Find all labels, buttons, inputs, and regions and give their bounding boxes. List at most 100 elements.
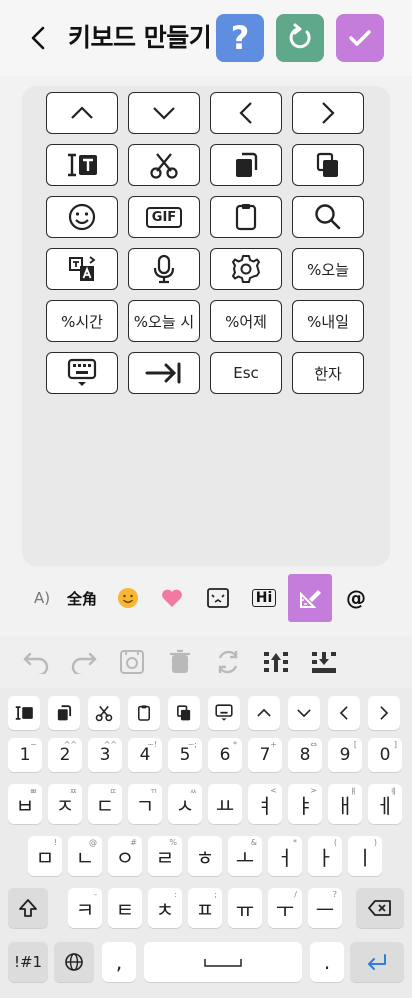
key-eu[interactable]: ㅡ? — [308, 888, 342, 928]
copy-number-icon[interactable] — [116, 646, 148, 678]
kb-clipboard-key[interactable] — [128, 696, 160, 730]
translate-key[interactable] — [46, 248, 118, 290]
tomorrow-key[interactable]: %내일 — [292, 300, 364, 342]
grid-move-down-icon[interactable] — [308, 646, 340, 678]
today-key[interactable]: %오늘 — [292, 248, 364, 290]
tab-gif-text[interactable]: Hi — [242, 574, 286, 622]
key-yeo[interactable]: ㅕ < — [248, 784, 282, 824]
language-key[interactable] — [54, 942, 94, 982]
kb-copy-key[interactable] — [48, 696, 80, 730]
key-o[interactable]: ㅗ & — [228, 836, 262, 876]
delete-icon[interactable] — [164, 646, 196, 678]
kb-chevron-right-key[interactable] — [368, 696, 400, 730]
reset-button[interactable] — [276, 14, 324, 62]
tab-sticker[interactable] — [150, 574, 194, 622]
kb-paste-key[interactable] — [168, 696, 200, 730]
tab-kaomoji[interactable] — [196, 574, 240, 622]
tab-key[interactable] — [128, 352, 200, 394]
time-key[interactable]: %시간 — [46, 300, 118, 342]
text-cursor-key[interactable] — [46, 144, 118, 186]
copy-key[interactable] — [210, 144, 282, 186]
gif-icon: GIF — [145, 206, 183, 228]
key-5[interactable]: 5 ~; — [168, 738, 202, 772]
key-giyeok[interactable]: ㄱㄲ — [128, 784, 162, 824]
rotate-icon[interactable] — [212, 646, 244, 678]
tab-custom-keys[interactable] — [288, 574, 332, 622]
emoji-key[interactable] — [46, 196, 118, 238]
key-0[interactable]: 0] — [368, 738, 402, 772]
save-button[interactable] — [336, 14, 384, 62]
symbols-key[interactable]: !#1 — [8, 942, 48, 982]
space-bar[interactable] — [144, 942, 302, 982]
shift-key[interactable] — [8, 888, 48, 928]
key-eo[interactable]: ㅓ * — [268, 836, 302, 876]
emoji-icon — [68, 203, 96, 231]
today-time-key[interactable]: %오늘 시 — [128, 300, 200, 342]
clipboard-key[interactable] — [210, 196, 282, 238]
key-7[interactable]: 7 + — [248, 738, 282, 772]
tab-partial[interactable]: A) — [20, 574, 64, 622]
period-key[interactable]: . — [310, 942, 344, 982]
key-chieut[interactable]: ㅊ: — [148, 888, 182, 928]
key-yo[interactable]: ㅛ — [208, 784, 242, 824]
chevron-left-key[interactable] — [210, 92, 282, 134]
comma-key[interactable]: , — [102, 942, 136, 982]
key-a[interactable]: ㅏ( — [308, 836, 342, 876]
key-6[interactable]: 6 * — [208, 738, 242, 772]
key-siot[interactable]: ㅅㅆ — [168, 784, 202, 824]
esc-key[interactable]: Esc — [210, 352, 282, 394]
key-i[interactable]: ㅣ) — [348, 836, 382, 876]
hanja-key[interactable]: 한자 — [292, 352, 364, 394]
key-ya[interactable]: ㅑ > — [288, 784, 322, 824]
help-button[interactable]: ? — [216, 14, 264, 62]
voice-input-key[interactable] — [128, 248, 200, 290]
paste-key[interactable] — [292, 144, 364, 186]
key-2[interactable]: 2 ^^ — [48, 738, 82, 772]
key-hieut[interactable]: ㅎ — [188, 836, 222, 876]
key-4[interactable]: 4 ~! — [128, 738, 162, 772]
grid-move-up-icon[interactable] — [260, 646, 292, 678]
kb-chevron-up-key[interactable] — [248, 696, 280, 730]
key-ae[interactable]: ㅐㅒ — [328, 784, 362, 824]
tab-fullwidth[interactable]: 全角 — [60, 574, 104, 622]
back-arrow-icon[interactable] — [22, 22, 54, 54]
key-3[interactable]: 3 ^^ — [88, 738, 122, 772]
backspace-key[interactable] — [356, 888, 404, 928]
chevron-down-key[interactable] — [128, 92, 200, 134]
kb-cut-key[interactable] — [88, 696, 120, 730]
key-tieut[interactable]: ㅌ — [108, 888, 142, 928]
key-mieum[interactable]: ㅁ! — [28, 836, 62, 876]
key-pieup[interactable]: ㅍ; — [188, 888, 222, 928]
copy-icon — [57, 705, 72, 721]
tab-at-sign[interactable]: @ — [334, 574, 378, 622]
kb-chevron-left-key[interactable] — [328, 696, 360, 730]
key-8[interactable]: 8 ⇔ — [288, 738, 322, 772]
kb-text-cursor-key[interactable] — [8, 696, 40, 730]
key-kieuk[interactable]: ㅋ- — [68, 888, 102, 928]
key-1[interactable]: 1 ~ — [8, 738, 42, 772]
key-ieung[interactable]: ㅇ # — [108, 836, 142, 876]
tab-emoji[interactable] — [106, 574, 150, 622]
key-yu[interactable]: ㅠ — [228, 888, 262, 928]
redo-icon[interactable] — [68, 646, 100, 678]
key-e[interactable]: ㅔㅖ — [368, 784, 402, 824]
chevron-right-key[interactable] — [292, 92, 364, 134]
key-digeut[interactable]: ㄷㄸ — [88, 784, 122, 824]
enter-key[interactable] — [350, 942, 404, 982]
cut-key[interactable] — [128, 144, 200, 186]
yesterday-key[interactable]: %어제 — [210, 300, 282, 342]
gif-key[interactable]: GIF — [128, 196, 200, 238]
key-nieun[interactable]: ㄴ @ — [68, 836, 102, 876]
key-9[interactable]: 9[ — [328, 738, 362, 772]
kb-keyboard-hide-key[interactable] — [208, 696, 240, 730]
key-rieul[interactable]: ㄹ% — [148, 836, 182, 876]
key-bieup[interactable]: ㅂㅃ — [8, 784, 42, 824]
undo-icon[interactable] — [20, 646, 52, 678]
key-jieut[interactable]: ㅈㅉ — [48, 784, 82, 824]
settings-key[interactable] — [210, 248, 282, 290]
kb-chevron-down-key[interactable] — [288, 696, 320, 730]
keyboard-hide-key[interactable] — [46, 352, 118, 394]
chevron-up-key[interactable] — [46, 92, 118, 134]
search-key[interactable] — [292, 196, 364, 238]
key-u[interactable]: ㅜ / — [268, 888, 302, 928]
